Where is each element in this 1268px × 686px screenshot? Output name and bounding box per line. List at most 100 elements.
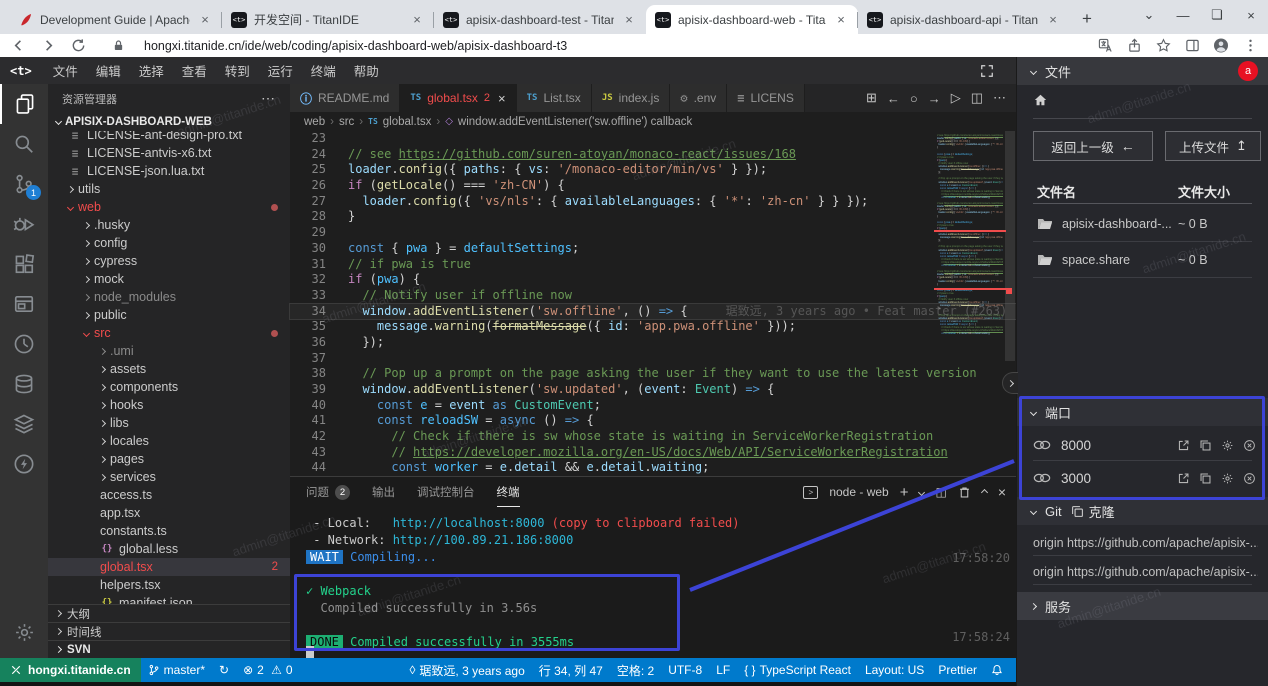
upload-file-button[interactable]: 上传文件↥: [1165, 131, 1261, 161]
menu-item-1[interactable]: 编辑: [87, 61, 130, 80]
tab-close-icon[interactable]: ×: [197, 12, 213, 28]
reading-list-icon[interactable]: [1184, 38, 1200, 54]
breadcrumb-item[interactable]: src: [339, 116, 354, 128]
menu-item-5[interactable]: 运行: [259, 61, 302, 80]
url-bar[interactable]: hongxi.titanide.cn/ide/web/coding/apisix…: [144, 39, 1083, 53]
tree-folder-web[interactable]: web: [48, 198, 290, 216]
tree-file-helpers.tsx[interactable]: TShelpers.tsx: [48, 576, 290, 594]
status-Layout: US[interactable]: Layout: US: [858, 663, 931, 677]
activity-preview-icon[interactable]: [0, 284, 48, 324]
code-editor[interactable]: 2324// see https://github.com/suren-atoy…: [290, 131, 1016, 476]
tree-folder-node_modules[interactable]: node_modules: [48, 288, 290, 306]
tab-close-icon[interactable]: ×: [409, 12, 425, 28]
settings-gear-icon[interactable]: [0, 612, 48, 652]
sync-icon[interactable]: ↻: [212, 663, 236, 677]
maximize-panel-icon[interactable]: [981, 488, 988, 495]
menu-dots-icon[interactable]: [1242, 38, 1258, 54]
breadcrumb-item[interactable]: window.addEventListener('sw.offline') ca…: [458, 116, 692, 128]
tree-folder-public[interactable]: public: [48, 306, 290, 324]
home-icon[interactable]: [1033, 93, 1048, 107]
tree-folder-cypress[interactable]: cypress: [48, 252, 290, 270]
activity-extensions-icon[interactable]: [0, 244, 48, 284]
back-icon[interactable]: [10, 38, 26, 54]
editor-tab-.env[interactable]: ⚙.env: [670, 84, 727, 112]
beaker-icon[interactable]: ⊞: [866, 90, 877, 106]
browser-tab[interactable]: <t>apisix-dashboard-api - TitanID×: [858, 5, 1070, 34]
tree-folder-components[interactable]: components: [48, 378, 290, 396]
status-Prettier[interactable]: Prettier: [931, 663, 984, 677]
sidebar-section-SVN[interactable]: SVN: [48, 640, 290, 658]
tab-close-icon[interactable]: ×: [833, 12, 849, 28]
services-section-header[interactable]: 服务: [1017, 592, 1268, 620]
reload-icon[interactable]: [70, 38, 86, 54]
status-空格: 2[interactable]: 空格: 2: [610, 662, 661, 679]
sidebar-section-时间线[interactable]: 时间线: [48, 622, 290, 640]
status-行 34, 列 47[interactable]: 行 34, 列 47: [532, 662, 610, 679]
tree-file-access.ts[interactable]: TSaccess.ts: [48, 486, 290, 504]
remote-indicator[interactable]: hongxi.titanide.cn: [0, 658, 141, 682]
browser-tab[interactable]: <t>apisix-dashboard-test - TitanID×: [434, 5, 646, 34]
fullscreen-icon[interactable]: [980, 64, 994, 78]
activity-layers-icon[interactable]: [0, 404, 48, 444]
panel-tab-调试控制台[interactable]: 调试控制台: [417, 477, 475, 507]
minimap[interactable]: // see https://github.com/suren-atoyan/m…: [935, 131, 1003, 391]
nav-dot-icon[interactable]: ○: [910, 91, 918, 106]
split-editor-icon[interactable]: ◫: [971, 90, 983, 106]
panel-tab-输出[interactable]: 输出: [372, 477, 395, 507]
tab-close-icon[interactable]: ×: [621, 12, 637, 28]
panel-tab-问题[interactable]: 问题2: [306, 477, 350, 507]
problems-status[interactable]: ⊗ 2 ⚠ 0: [236, 663, 300, 677]
chrome-menu-caret-icon[interactable]: ⌄: [1132, 7, 1166, 23]
menu-item-0[interactable]: 文件: [44, 61, 87, 80]
tree-file-global.tsx[interactable]: TSglobal.tsx2: [48, 558, 290, 576]
explorer-more-icon[interactable]: ⋯: [261, 90, 276, 107]
tree-folder-.husky[interactable]: .husky: [48, 216, 290, 234]
menu-item-4[interactable]: 转到: [216, 61, 259, 80]
tree-folder-mock[interactable]: mock: [48, 270, 290, 288]
tree-file-LICENSE-antvis-x6.txt[interactable]: ≡LICENSE-antvis-x6.txt: [48, 144, 290, 162]
tree-folder-assets[interactable]: assets: [48, 360, 290, 378]
tree-file-app.tsx[interactable]: TSapp.tsx: [48, 504, 290, 522]
activity-source-control-icon[interactable]: 1: [0, 164, 48, 204]
breadcrumb[interactable]: web›src›TSglobal.tsx›◇window.addEventLis…: [290, 112, 1016, 131]
avatar-icon[interactable]: [1213, 38, 1229, 54]
star-icon[interactable]: [1155, 38, 1171, 54]
git-branch-status[interactable]: master*: [141, 663, 212, 677]
tab-close-icon[interactable]: ×: [498, 91, 506, 106]
tab-close-icon[interactable]: ×: [1045, 12, 1061, 28]
forward-icon[interactable]: [40, 38, 56, 54]
browser-tab[interactable]: Development Guide | Apache×: [10, 5, 222, 34]
file-row-apisix-dashboard-...[interactable]: apisix-dashboard-...~ 0 B: [1037, 209, 1250, 239]
tree-folder-hooks[interactable]: hooks: [48, 396, 290, 414]
status-UTF-8[interactable]: UTF-8: [661, 663, 709, 677]
clone-label[interactable]: 克隆: [1089, 502, 1115, 521]
activity-run-debug-icon[interactable]: [0, 204, 48, 244]
menu-item-2[interactable]: 选择: [130, 61, 173, 80]
editor-tab-README.md[interactable]: ⓘREADME.md: [290, 84, 400, 112]
tree-file-global.less[interactable]: {}global.less: [48, 540, 290, 558]
status-TypeScript React[interactable]: { }TypeScript React: [737, 663, 858, 677]
chevron-down-icon[interactable]: [918, 488, 925, 495]
tree-folder-libs[interactable]: libs: [48, 414, 290, 432]
menu-item-7[interactable]: 帮助: [345, 61, 388, 80]
tree-folder-services[interactable]: services: [48, 468, 290, 486]
files-section-header[interactable]: 文件 a: [1017, 57, 1268, 85]
panel-tab-终端[interactable]: 终端: [497, 477, 520, 507]
tree-file-constants.ts[interactable]: TSconstants.ts: [48, 522, 290, 540]
menu-item-6[interactable]: 终端: [302, 61, 345, 80]
translate-icon[interactable]: [1097, 38, 1113, 54]
split-panel-icon[interactable]: ◫: [935, 485, 946, 499]
share-icon[interactable]: [1126, 38, 1142, 54]
close-panel-icon[interactable]: ×: [998, 484, 1006, 500]
status-LF[interactable]: LF: [709, 663, 737, 677]
activity-zap-icon[interactable]: [0, 444, 48, 484]
git-section-header[interactable]: Git 克隆: [1017, 497, 1268, 525]
git-remote-row[interactable]: origin https://github.com/apache/apisix-…: [1033, 529, 1258, 557]
nav-back-icon[interactable]: ←: [887, 91, 900, 106]
clone-icon[interactable]: [1071, 505, 1084, 518]
go-up-button[interactable]: 返回上一级←: [1033, 131, 1153, 161]
nav-forward-icon[interactable]: →: [928, 91, 941, 106]
tree-folder-.umi[interactable]: .umi: [48, 342, 290, 360]
more-icon[interactable]: ⋯: [993, 90, 1006, 106]
user-badge[interactable]: a: [1238, 61, 1258, 81]
